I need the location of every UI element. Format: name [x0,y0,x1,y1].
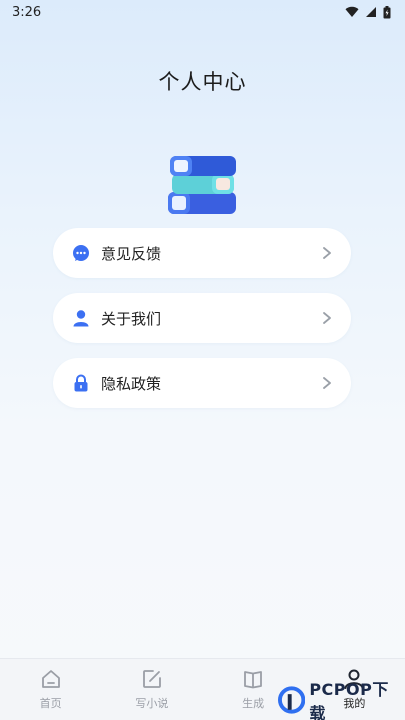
status-icons [345,5,391,19]
chevron-right-icon [323,247,331,259]
book-icon [244,671,263,689]
tab-write-novel[interactable]: 写小说 [101,659,202,720]
page-title: 个人中心 [158,70,247,94]
menu-item-label: 关于我们 [101,309,162,328]
watermark-text: PCPOP下载 [309,680,389,720]
home-icon [41,670,60,688]
status-time: 3:26 [12,4,42,20]
chevron-right-icon [323,312,331,324]
chevron-right-icon [323,377,331,389]
menu-item-about[interactable]: 关于我们 [53,293,351,343]
menu-item-label: 隐私政策 [101,374,162,393]
menu-item-label: 意见反馈 [101,244,162,263]
watermark-logo-icon [278,686,306,714]
tab-label: 生成 [242,697,265,710]
status-bar: 3:26 [0,0,405,24]
lock-icon [71,373,91,393]
signal-icon [366,7,376,17]
edit-icon [142,670,161,688]
chat-bubble-icon [71,243,91,263]
watermark: PCPOP下载 [278,680,403,720]
person-icon [71,308,91,328]
menu-item-feedback[interactable]: 意见反馈 [53,228,351,278]
wifi-icon [345,6,359,18]
tab-label: 首页 [39,697,62,710]
books-illustration [168,156,236,214]
menu-item-privacy[interactable]: 隐私政策 [53,358,351,408]
battery-icon [383,5,391,18]
tab-home[interactable]: 首页 [0,659,101,720]
tab-label: 写小说 [135,697,169,710]
